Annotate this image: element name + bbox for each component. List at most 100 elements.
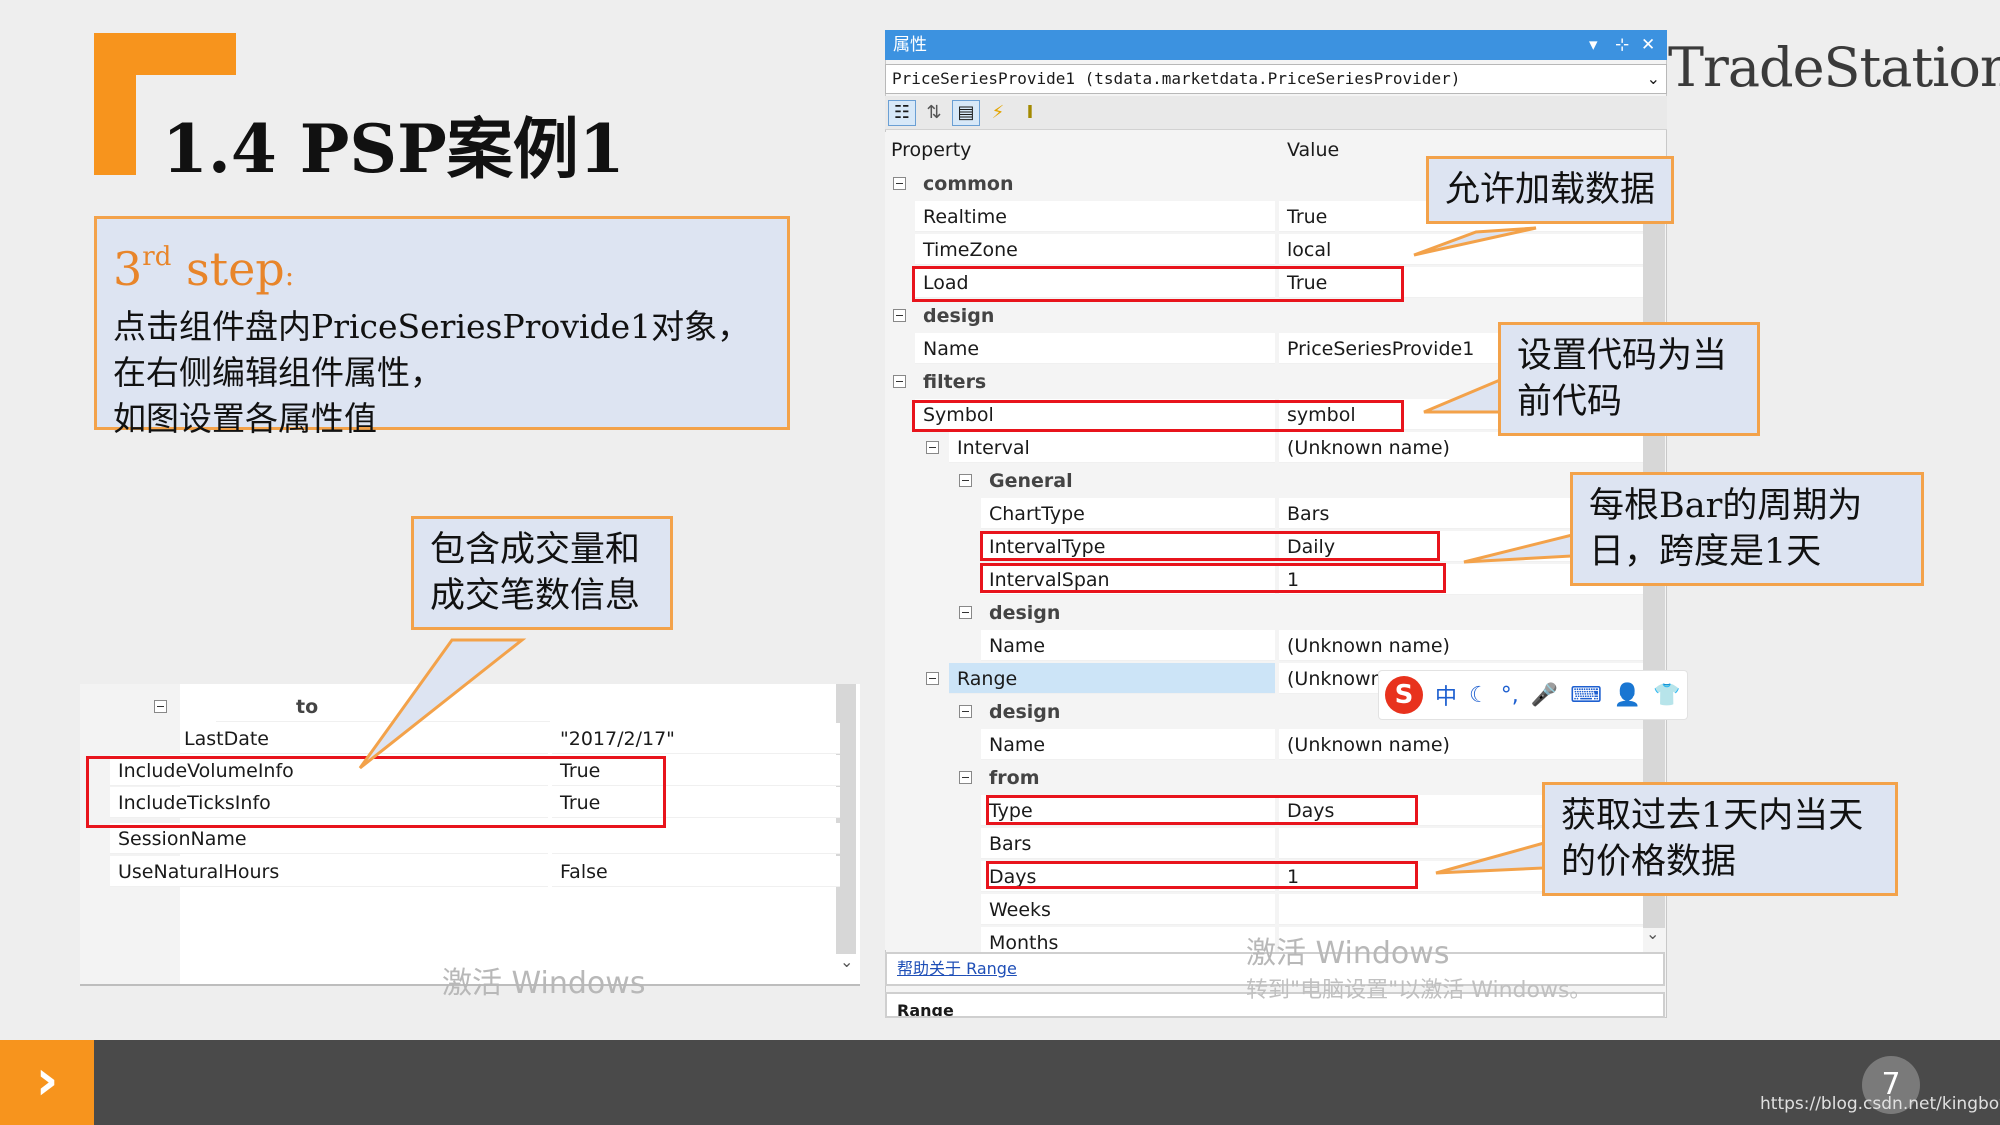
footer-bar	[0, 1040, 2000, 1125]
categorized-icon[interactable]: ☷	[888, 100, 916, 126]
property-name: design	[915, 300, 1275, 331]
highlight-symbol	[912, 400, 1404, 432]
row-name: to	[216, 691, 550, 722]
callout-volume: 包含成交量和 成交笔数信息	[411, 516, 673, 630]
sogou-logo-icon[interactable]: S	[1385, 676, 1423, 714]
highlight-load	[912, 266, 1404, 302]
property-row[interactable]: Name (Unknown name)	[885, 729, 1643, 761]
collapse-icon[interactable]	[926, 441, 939, 454]
ime-language[interactable]: 中	[1435, 679, 1457, 711]
callout-symbol: 设置代码为当 前代码	[1498, 322, 1760, 436]
property-name: TimeZone	[915, 234, 1275, 265]
properties-toolbar: ☷ ⇅ ▤ ⚡ I	[885, 96, 1667, 130]
close-icon[interactable]: ✕	[1641, 30, 1655, 60]
property-value[interactable]: local	[1279, 234, 1643, 265]
highlight-intervalspan	[980, 563, 1446, 593]
alphabetical-icon[interactable]: ⇅	[920, 100, 948, 126]
property-row[interactable]: design	[885, 597, 1643, 629]
collapse-icon[interactable]	[926, 672, 939, 685]
property-row[interactable]: Weeks	[885, 894, 1643, 926]
source-credit: https://blog.csdn.net/kingboy100	[1760, 1094, 2000, 1114]
property-pages-icon[interactable]: I	[1016, 100, 1044, 126]
property-name: Bars	[981, 828, 1275, 859]
collapse-icon[interactable]	[893, 309, 906, 322]
dropdown-icon[interactable]: ▾	[1589, 30, 1598, 60]
skin-icon[interactable]: 👕	[1653, 683, 1680, 708]
collapse-icon[interactable]	[959, 705, 972, 718]
step-ordinal: rd	[142, 242, 172, 272]
chevron-down-icon[interactable]: ⌄	[1647, 65, 1660, 93]
callout-symbol-line-1: 设置代码为当	[1517, 336, 1728, 376]
callout-interval-line-2: 日，跨度是1天	[1589, 532, 1822, 572]
right-watermark: 激活 Windows	[1246, 936, 1450, 971]
step-line-1: 点击组件盘内PriceSeriesProvide1对象，	[113, 307, 751, 346]
collapse-icon[interactable]	[893, 375, 906, 388]
pin-icon[interactable]: ⊹	[1615, 30, 1629, 60]
properties-title-bar[interactable]: 属性 ▾ ⊹ ✕	[885, 30, 1667, 60]
logo-text: TradeStation	[1668, 36, 2000, 99]
chevron-right-icon[interactable]: ›	[0, 1040, 94, 1125]
property-name: common	[915, 168, 1275, 199]
object-selector[interactable]: PriceSeriesProvide1 (tsdata.marketdata.P…	[885, 64, 1667, 94]
scroll-down-icon[interactable]: ⌄	[1646, 924, 1659, 943]
step-line-2: 在右侧编辑组件属性，	[113, 353, 443, 392]
property-name: Weeks	[981, 894, 1275, 925]
row-name: LastDate	[180, 723, 548, 754]
header-property: Property	[885, 134, 1275, 165]
property-name: Name	[981, 630, 1275, 661]
collapse-icon[interactable]	[959, 606, 972, 619]
ime-toolbar[interactable]: S 中 ☾ °, 🎤 ⌨ 👤 👕	[1378, 670, 1688, 720]
callout-volume-line-2: 成交笔数信息	[430, 576, 641, 616]
highlight-type	[986, 795, 1418, 825]
object-selector-value: PriceSeriesProvide1 (tsdata.marketdata.P…	[892, 69, 1461, 88]
collapse-icon[interactable]	[893, 177, 906, 190]
property-name: filters	[915, 366, 1275, 397]
help-link[interactable]: Range	[966, 959, 1017, 978]
highlight-intervaltype	[980, 531, 1440, 561]
punctuation-icon[interactable]: °,	[1501, 683, 1519, 708]
property-row[interactable]: Bars	[885, 828, 1643, 860]
moon-icon[interactable]: ☾	[1469, 683, 1489, 708]
property-row[interactable]: TimeZone local	[885, 234, 1643, 266]
callout-range-line-2: 的价格数据	[1561, 842, 1737, 882]
property-name: Interval	[949, 432, 1275, 463]
collapse-icon[interactable]	[959, 474, 972, 487]
collapse-icon[interactable]	[154, 700, 167, 713]
user-icon[interactable]: 👤	[1614, 683, 1641, 708]
callout-range: 获取过去1天内当天 的价格数据	[1542, 782, 1898, 896]
left-row-to[interactable]: to	[80, 691, 840, 723]
step-colon: :	[284, 259, 295, 292]
row-name: UseNaturalHours	[110, 856, 548, 887]
property-value[interactable]: (Unknown name)	[1279, 729, 1643, 760]
property-name: Name	[981, 729, 1275, 760]
property-value[interactable]	[1279, 894, 1643, 925]
row-value[interactable]: False	[552, 856, 840, 887]
left-row-usenaturalhours[interactable]: UseNaturalHours False	[80, 856, 840, 888]
property-name: Range	[949, 663, 1275, 694]
property-row[interactable]: Interval (Unknown name)	[885, 432, 1643, 464]
callout-interval-line-1: 每根Bar的周期为	[1589, 486, 1863, 526]
right-watermark-sub: 转到"电脑设置"以激活 Windows。	[1246, 978, 1592, 1003]
property-name: Name	[915, 333, 1275, 364]
row-value[interactable]: "2017/2/17"	[552, 723, 840, 754]
property-row[interactable]: General	[885, 465, 1643, 497]
property-row[interactable]: from	[885, 762, 1643, 794]
left-grid-scroll-down-icon[interactable]: ⌄	[840, 952, 853, 971]
highlight-days	[986, 861, 1418, 889]
microphone-icon[interactable]: 🎤	[1531, 683, 1558, 708]
left-row-lastdate[interactable]: LastDate "2017/2/17"	[80, 723, 840, 755]
step-heading: 3rd step:	[113, 229, 771, 304]
events-icon[interactable]: ⚡	[984, 100, 1012, 126]
step-word: step	[171, 242, 285, 296]
step-line-3: 如图设置各属性值	[113, 399, 377, 438]
property-row[interactable]: ChartType Bars	[885, 498, 1643, 530]
property-value[interactable]: (Unknown name)	[1279, 630, 1643, 661]
property-name: design	[981, 597, 1275, 628]
callout-symbol-line-2: 前代码	[1517, 382, 1623, 422]
collapse-icon[interactable]	[959, 771, 972, 784]
keyboard-icon[interactable]: ⌨	[1570, 683, 1602, 708]
step-instructions: 3rd step: 点击组件盘内PriceSeriesProvide1对象， 在…	[94, 216, 790, 438]
properties-page-icon[interactable]: ▤	[952, 100, 980, 126]
property-value[interactable]: (Unknown name)	[1279, 432, 1643, 463]
property-row[interactable]: Name (Unknown name)	[885, 630, 1643, 662]
